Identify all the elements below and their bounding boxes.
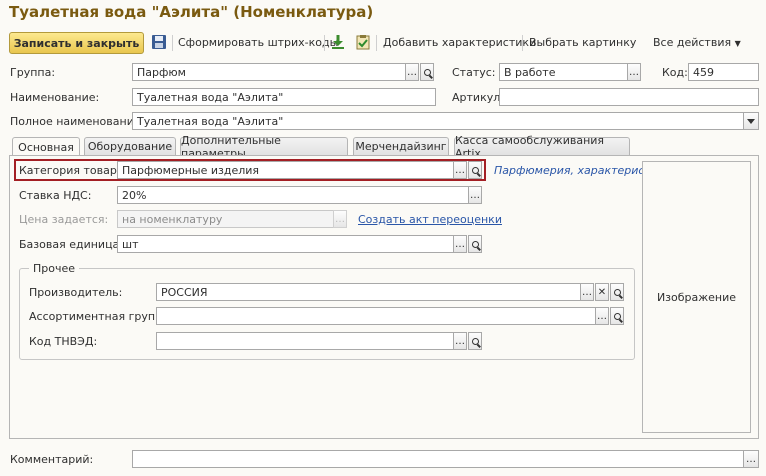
price-set-label: Цена задается: xyxy=(19,213,109,226)
comment-field[interactable] xyxy=(132,450,744,468)
add-characteristics-button[interactable]: Добавить характеристики xyxy=(383,36,536,49)
status-field[interactable]: В работе xyxy=(499,63,628,81)
full-name-dropdown-button[interactable] xyxy=(743,112,759,130)
toolbar-separator xyxy=(376,35,377,51)
manufacturer-field[interactable]: РОССИЯ xyxy=(156,283,581,301)
chevron-down-icon xyxy=(747,118,755,124)
generate-barcodes-button[interactable]: Сформировать штрих-коды xyxy=(178,36,338,49)
all-actions-label: Все действия xyxy=(653,36,732,49)
pick-image-button[interactable]: Выбрать картинку xyxy=(529,36,636,49)
vat-select-button[interactable]: … xyxy=(468,186,482,204)
code-label: Код: xyxy=(662,66,688,79)
status-label: Статус: xyxy=(452,66,496,79)
tab-equipment[interactable]: Оборудование xyxy=(84,137,176,155)
image-placeholder[interactable]: Изображение xyxy=(642,161,751,433)
base-unit-select-button[interactable]: … xyxy=(453,235,467,253)
tab-merchandising[interactable]: Мерчендайзинг xyxy=(353,137,449,155)
tab-self-checkout[interactable]: Касса самообслуживания Artix xyxy=(454,134,630,160)
base-unit-label: Базовая единица: xyxy=(19,238,124,251)
other-group-title: Прочее xyxy=(29,262,80,275)
category-select-button[interactable]: … xyxy=(453,161,467,179)
group-label: Группа: xyxy=(10,66,56,79)
tnved-field[interactable] xyxy=(156,332,454,350)
name-field[interactable]: Туалетная вода "Аэлита" xyxy=(132,88,436,106)
search-icon[interactable] xyxy=(468,235,482,253)
toolbar-separator xyxy=(324,35,325,51)
comment-select-button[interactable]: … xyxy=(743,450,759,468)
assortment-field[interactable] xyxy=(156,307,596,325)
all-actions-menu[interactable]: Все действия ▼ xyxy=(653,36,741,49)
create-repricing-link[interactable]: Создать акт переоценки xyxy=(358,213,502,226)
close-icon[interactable]: ✕ xyxy=(595,283,609,301)
base-unit-field[interactable]: шт xyxy=(117,235,454,253)
search-icon[interactable] xyxy=(610,307,624,325)
tab-main[interactable]: Основная xyxy=(12,137,80,156)
assortment-label: Ассортиментная группа: xyxy=(29,310,173,323)
tab-additional-params[interactable]: Дополнительные параметры xyxy=(180,134,348,160)
toolbar-separator xyxy=(172,35,173,51)
category-label: Категория товара: xyxy=(19,164,128,177)
chevron-down-icon: ▼ xyxy=(734,39,741,48)
group-field[interactable]: Парфюм xyxy=(132,63,406,81)
download-icon[interactable] xyxy=(330,34,346,50)
full-name-label: Полное наименование: xyxy=(10,115,145,128)
save-and-close-button[interactable]: Записать и закрыть xyxy=(9,32,144,54)
search-icon[interactable] xyxy=(610,283,624,301)
toolbar-separator xyxy=(522,35,523,51)
vat-label: Ставка НДС: xyxy=(19,189,92,202)
status-select-button[interactable]: … xyxy=(627,63,641,81)
manufacturer-select-button[interactable]: … xyxy=(580,283,594,301)
window-title: Туалетная вода "Аэлита" (Номенклатура) xyxy=(9,3,374,21)
search-icon[interactable] xyxy=(468,161,482,179)
article-label: Артикул: xyxy=(452,91,504,104)
price-set-select-button: … xyxy=(333,210,347,228)
image-label: Изображение xyxy=(656,290,737,304)
category-field[interactable]: Парфюмерные изделия xyxy=(117,161,454,179)
code-field[interactable]: 459 xyxy=(688,63,759,81)
group-select-button[interactable]: … xyxy=(405,63,419,81)
search-icon[interactable] xyxy=(468,332,482,350)
comment-label: Комментарий: xyxy=(10,453,94,466)
search-icon[interactable] xyxy=(420,63,434,81)
article-field[interactable] xyxy=(499,88,759,106)
category-characteristics-link[interactable]: Парфюмерия, характерис... xyxy=(494,164,655,177)
save-icon[interactable] xyxy=(151,34,167,50)
price-set-field: на номенклатуру xyxy=(117,210,334,228)
tnved-select-button[interactable]: … xyxy=(453,332,467,350)
manufacturer-label: Производитель: xyxy=(29,286,123,299)
name-label: Наименование: xyxy=(10,91,100,104)
clipboard-icon[interactable] xyxy=(355,34,371,50)
vat-field[interactable]: 20% xyxy=(117,186,469,204)
full-name-field[interactable]: Туалетная вода "Аэлита" xyxy=(132,112,744,130)
assortment-select-button[interactable]: … xyxy=(595,307,609,325)
tnved-label: Код ТНВЭД: xyxy=(29,335,98,348)
